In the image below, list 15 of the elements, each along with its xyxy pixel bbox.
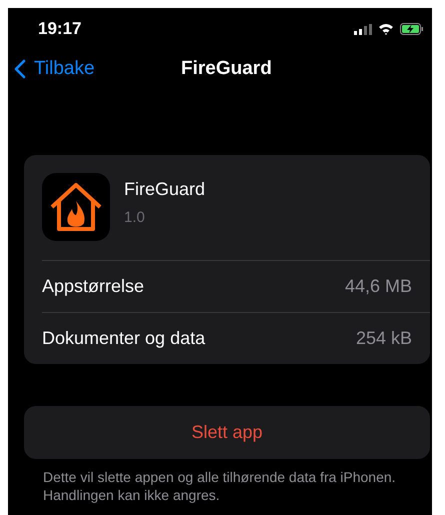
app-version: 1.0 bbox=[124, 208, 146, 228]
house-fire-icon[interactable] bbox=[42, 173, 110, 241]
signal-icon bbox=[354, 24, 372, 34]
status-time: 19:17 bbox=[38, 18, 82, 40]
footer-note: Dette vil slette appen og alle tilhørende data fra iPhonen. Handlingen kan ikke angres. bbox=[43, 468, 397, 504]
wifi-icon bbox=[378, 23, 394, 35]
row-label: Dokumenter og data bbox=[42, 327, 206, 350]
nav-title: FireGuard bbox=[181, 56, 272, 81]
back-link[interactable]: Tilbake bbox=[8, 54, 95, 84]
row-value: 44,6 MB bbox=[344, 275, 412, 298]
row-label: Appstørrelse bbox=[42, 275, 144, 298]
row-value: 254 kB bbox=[356, 327, 412, 350]
chevron-left-icon bbox=[14, 59, 26, 79]
delete-app-button[interactable]: Slett app bbox=[24, 406, 430, 459]
app-name: FireGuard bbox=[124, 178, 206, 201]
